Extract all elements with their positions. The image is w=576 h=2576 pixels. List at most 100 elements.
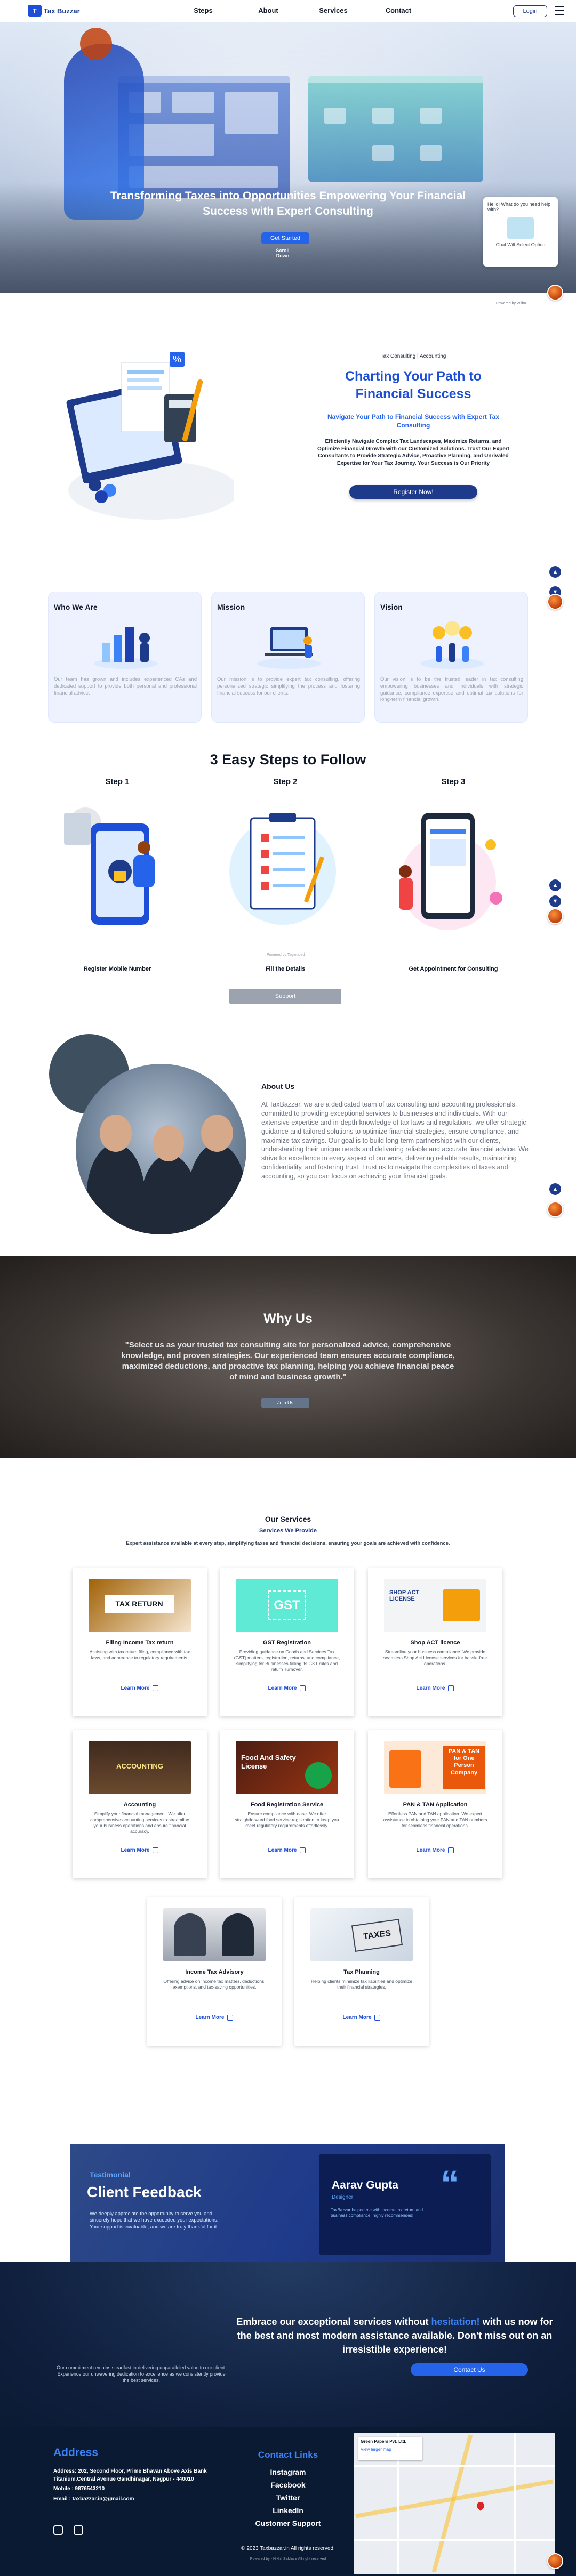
chat-widget-popup[interactable]: Hello! What do you need help with? Chat … xyxy=(483,197,558,267)
service-title: Food Registration Service xyxy=(250,1802,324,1808)
service-card: GST GST Registration Providing guidance … xyxy=(220,1568,354,1716)
nav-link-about[interactable]: About xyxy=(236,6,301,14)
scroll-down-indicator[interactable]: Scroll Down xyxy=(272,248,293,259)
learn-more-link[interactable]: Learn More xyxy=(73,1685,207,1691)
learn-more-link[interactable]: Learn More xyxy=(368,1847,502,1853)
card-title: Who We Are xyxy=(54,603,98,611)
footer-link-linkedin[interactable]: LinkedIn xyxy=(235,2506,341,2515)
service-title: Income Tax Advisory xyxy=(185,1969,244,1975)
location-map[interactable]: Green Papers Pvt. Ltd. View larger map xyxy=(354,2433,555,2574)
why-us-title: Why Us xyxy=(263,1311,313,1326)
external-link-icon xyxy=(300,1847,306,1853)
about-cards: Who We Are Our team has grown and includ… xyxy=(48,592,528,723)
card-title: Mission xyxy=(217,603,245,611)
contact-us-button[interactable]: Contact Us xyxy=(411,2363,528,2376)
chat-avatar-icon[interactable] xyxy=(547,2553,563,2569)
footer-link-facebook[interactable]: Facebook xyxy=(235,2481,341,2489)
chat-option[interactable]: Chat Will Select Option xyxy=(487,242,554,247)
quick-links-heading: Contact Links xyxy=(258,2450,318,2460)
learn-more-link[interactable]: Learn More xyxy=(73,1847,207,1853)
scroll-up-icon[interactable]: ▲ xyxy=(549,879,561,891)
service-text: Simplify your financial management. We o… xyxy=(90,1811,189,1835)
learn-more-link[interactable]: Learn More xyxy=(294,2015,429,2021)
service-text: Offering advice on income tax matters, d… xyxy=(163,1979,266,1990)
step-3-label: Step 3 xyxy=(441,777,466,786)
scroll-up-icon[interactable]: ▲ xyxy=(549,566,561,578)
scroll-up-icon[interactable]: ▲ xyxy=(549,1183,561,1195)
scroll-down-icon[interactable]: ▼ xyxy=(549,895,561,907)
step-2-label: Step 2 xyxy=(273,777,298,786)
charting-title: Charting Your Path to Financial Success xyxy=(345,369,482,401)
nav-links: Steps About Services Contact xyxy=(171,6,431,14)
support-button[interactable]: Support xyxy=(229,989,341,1004)
brand-logo[interactable]: T Tax Buzzar xyxy=(28,5,80,17)
service-image: PAN & TAN for One Person Company xyxy=(384,1741,486,1794)
nav-link-contact[interactable]: Contact xyxy=(366,6,431,14)
hamburger-menu-icon[interactable] xyxy=(555,6,564,15)
nav-link-services[interactable]: Services xyxy=(301,6,366,14)
chat-avatar-icon[interactable] xyxy=(547,908,563,924)
login-button[interactable]: Login xyxy=(513,5,547,17)
learn-more-link[interactable]: Learn More xyxy=(368,1685,502,1691)
svg-text:%: % xyxy=(173,354,181,365)
appointment-illustration xyxy=(399,813,502,930)
brand-name: Tax Buzzar xyxy=(44,6,80,15)
card-title: Vision xyxy=(380,603,403,611)
hero-dashboard-illustration xyxy=(118,76,290,198)
desk-work-icon xyxy=(257,627,321,669)
map-info-card: Green Papers Pvt. Ltd. View larger map xyxy=(358,2437,422,2460)
service-title: GST Registration xyxy=(263,1640,311,1646)
charting-subtitle: Navigate Your Path to Financial Success … xyxy=(327,413,500,430)
charting-body: Efficiently Navigate Complex Tax Landsca… xyxy=(317,439,510,466)
testimonial-name: Aarav Gupta xyxy=(332,2179,398,2191)
view-larger-map-link[interactable]: View larger map xyxy=(361,2447,420,2452)
testimonial-eyebrow: Testimonial xyxy=(90,2170,131,2179)
card-text: Our vision is to be the trusted leader i… xyxy=(380,676,523,703)
learn-more-link[interactable]: Learn More xyxy=(220,1847,354,1853)
learn-more-link[interactable]: Learn More xyxy=(220,1685,354,1691)
service-image xyxy=(163,1908,266,1961)
step-3-caption: Get Appointment for Consulting xyxy=(409,966,498,972)
service-image: GST xyxy=(236,1579,338,1632)
external-link-icon xyxy=(153,1847,159,1853)
footer-link-instagram[interactable]: Instagram xyxy=(235,2468,341,2476)
cta-title: Embrace our exceptional services without… xyxy=(236,2316,553,2355)
phone-icon[interactable] xyxy=(74,2525,83,2535)
join-us-button[interactable]: Join Us xyxy=(261,1398,309,1408)
register-mobile-illustration xyxy=(64,807,155,925)
testimonial-role: Designer xyxy=(332,2194,354,2200)
quote-mark-icon: “ xyxy=(441,2163,459,2204)
get-started-button[interactable]: Get Started xyxy=(261,232,309,244)
footer-link-support[interactable]: Customer Support xyxy=(235,2519,341,2527)
cta-commitment-text: Our commitment remains steadfast in deli… xyxy=(57,2365,226,2384)
card-mission: Mission Our mission is to provide expert… xyxy=(211,592,365,723)
chat-avatar-icon[interactable] xyxy=(547,1201,563,1217)
chat-avatar-icon[interactable] xyxy=(547,594,563,610)
service-text: Streamline your business compliance. We … xyxy=(383,1649,487,1667)
nav-link-steps[interactable]: Steps xyxy=(171,6,236,14)
hero-title: Transforming Taxes into Opportunities Em… xyxy=(110,190,466,217)
service-card: ACCOUNTING Accounting Simplify your fina… xyxy=(73,1730,207,1878)
address-heading: Address xyxy=(53,2446,99,2459)
learn-more-link[interactable]: Learn More xyxy=(147,2015,282,2021)
tagembed-credit: Powered by Tagembed xyxy=(267,953,305,957)
external-link-icon xyxy=(153,1685,159,1691)
register-now-button[interactable]: Register Now! xyxy=(349,485,477,499)
card-who-we-are: Who We Are Our team has grown and includ… xyxy=(48,592,202,723)
map-pin-icon xyxy=(475,2500,486,2511)
service-card: TAX RETURN Filing Income Tax return Assi… xyxy=(73,1568,207,1716)
service-image: TAXES xyxy=(310,1908,413,1961)
step-2-caption: Fill the Details xyxy=(265,966,306,972)
service-text: Providing guidance on Goods and Services… xyxy=(234,1649,340,1673)
service-title: Filing Income Tax return xyxy=(106,1640,174,1646)
mail-icon[interactable] xyxy=(53,2525,63,2535)
footer-link-twitter[interactable]: Twitter xyxy=(235,2493,341,2502)
logo-mark-icon: T xyxy=(28,5,42,17)
services-title: Our Services xyxy=(265,1515,311,1523)
step-1-label: Step 1 xyxy=(105,777,130,786)
address-block: Address: 202, Second Floor, Prime Bhavan… xyxy=(53,2468,207,2502)
service-card: SHOP ACT LICENSE Shop ACT licence Stream… xyxy=(368,1568,502,1716)
footer-contact-icons xyxy=(53,2525,83,2535)
chat-avatar-icon[interactable] xyxy=(547,285,563,301)
external-link-icon xyxy=(300,1685,306,1691)
